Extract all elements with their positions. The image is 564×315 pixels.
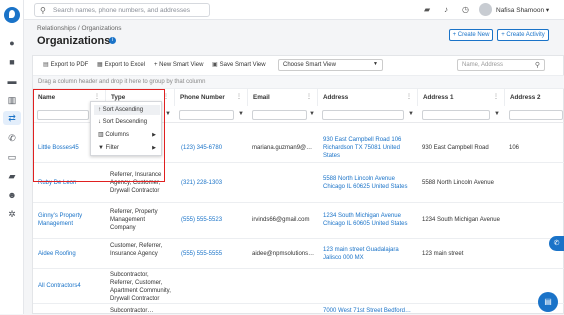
grid-search-input[interactable]: Name, Address ⚲ (457, 59, 545, 71)
table-row[interactable]: Ginny's Property Management Referrer, Pr… (33, 203, 564, 239)
page-title: Organizations (37, 35, 111, 47)
column-header-phone[interactable]: Phone Number ⋮ (175, 89, 248, 106)
chevron-right-icon: ▶ (152, 145, 156, 151)
column-menu-icon[interactable]: ⋮ (406, 89, 412, 106)
briefcase-icon[interactable]: ▬ (7, 76, 17, 86)
truck-icon[interactable]: ▰ (7, 171, 17, 181)
column-menu-icon[interactable]: ⋮ (163, 89, 169, 106)
cell-address1: 930 East Campbell Road (422, 145, 489, 151)
cell-name[interactable]: Aidee Roofing (38, 250, 76, 258)
cell-phone[interactable]: (123) 345-6780 (181, 144, 222, 152)
phone-fab-icon[interactable]: ✆ (549, 236, 564, 251)
cell-email: aidee@npmsolutions… (252, 251, 315, 257)
cell-email: mariana.guzman9@… (252, 145, 313, 151)
cell-type: Referrer, Property Management Company (110, 209, 158, 231)
save-smart-view-button[interactable]: ▣ Save Smart View (212, 61, 266, 70)
cell-address1: 123 main street (422, 251, 464, 257)
logo-icon[interactable] (4, 7, 20, 23)
chevron-down-icon: ▼ (373, 61, 378, 67)
lock-icon[interactable]: ■ (7, 57, 17, 67)
smart-view-select[interactable]: Choose Smart View ▼ (278, 59, 383, 71)
clock-icon[interactable]: ◷ (462, 5, 469, 14)
user-name[interactable]: Nafisa Shamoon ▾ (496, 6, 549, 14)
column-header-address[interactable]: Address ⋮ (318, 89, 418, 106)
folder-icon[interactable]: ▭ (7, 152, 17, 162)
cell-address1: 5588 North Lincoln Avenue (422, 180, 494, 186)
table-row[interactable]: Subcontractor… 7000 West 71st Street Bed… (33, 304, 564, 315)
cell-type: Customer, Referrer, Insurance Agency (110, 243, 163, 257)
group-by-panel[interactable]: Drag a column header and drop it here to… (33, 75, 564, 89)
chat-fab-icon[interactable]: ▤ (538, 292, 558, 312)
filter-input-phone[interactable] (179, 110, 234, 120)
column-menu-icon[interactable]: ⋮ (306, 89, 312, 106)
export-pdf-button[interactable]: ▤ Export to PDF (43, 61, 88, 70)
filter-input-address1[interactable] (422, 110, 490, 120)
cell-phone[interactable]: (555) 555-5555 (181, 250, 222, 258)
sidebar: ● ■ ▬ ▥ ⇄ ✆ ▭ ▰ ☻ ✲ (0, 0, 24, 314)
new-smart-view-button[interactable]: + New Smart View (154, 61, 203, 70)
filter-input-email[interactable] (252, 110, 307, 120)
column-header-address1[interactable]: Address 1 ⋮ (418, 89, 505, 106)
people-icon[interactable]: ☻ (7, 190, 17, 200)
cell-address2: 106 (509, 145, 520, 151)
column-menu-icon[interactable]: ⋮ (236, 89, 242, 106)
cell-address[interactable]: 1234 South Michigan Avenue Chicago IL 60… (323, 212, 415, 228)
map-icon[interactable]: ▥ (7, 95, 17, 105)
bell-icon[interactable]: ♪ (444, 5, 448, 14)
cell-name[interactable]: All Contractors4 (38, 282, 81, 290)
filter-input-name[interactable] (37, 110, 89, 120)
chevron-right-icon: ▶ (152, 132, 156, 138)
filter-icon[interactable]: ▼ (165, 111, 171, 117)
cell-type: Subcontractor, Referrer, Customer, Apart… (110, 272, 171, 302)
table-row[interactable]: All Contractors4 Subcontractor, Referrer… (33, 269, 564, 304)
column-header-email[interactable]: Email ⋮ (248, 89, 318, 106)
gear-icon[interactable]: ✲ (7, 209, 17, 219)
sort-descending-item[interactable]: ↓ Sort Descending (94, 117, 160, 127)
column-header-address2[interactable]: Address 2 (505, 89, 564, 106)
filter-input-address2[interactable] (509, 110, 563, 120)
sort-ascending-item[interactable]: ↑ Sort Ascending (94, 105, 160, 115)
handshake-icon[interactable]: ⇄ (3, 111, 21, 125)
table-row[interactable]: Aidee Roofing Customer, Referrer, Insura… (33, 239, 564, 269)
pdf-icon: ▤ (43, 62, 49, 68)
filter-icon[interactable]: ▼ (238, 111, 244, 117)
search-placeholder: Search names, phone numbers, and address… (53, 7, 190, 14)
avatar[interactable] (479, 3, 492, 16)
filter-icon[interactable]: ▼ (408, 111, 414, 117)
column-menu-icon[interactable]: ⋮ (493, 89, 499, 106)
search-icon: ⚲ (534, 62, 540, 69)
filter-icon[interactable]: ▼ (494, 111, 500, 117)
info-icon[interactable]: i (109, 37, 116, 44)
cell-name[interactable]: Ruby De Leon (38, 179, 76, 187)
cell-type: Referrer, Insurance Agency, Customer, Dr… (110, 172, 162, 194)
columns-item[interactable]: ▥ Columns ▶ (94, 130, 160, 140)
info-icon[interactable]: ● (7, 38, 17, 48)
phone-icon[interactable]: ✆ (7, 133, 17, 143)
search-icon: ⚲ (40, 6, 46, 15)
cell-email: irvinds66@gmail.com (252, 217, 310, 223)
excel-icon: ▦ (97, 62, 103, 68)
create-activity-button[interactable]: + Create Activity (497, 29, 549, 41)
create-new-button[interactable]: + Create New (449, 29, 493, 41)
column-menu: ↑ Sort Ascending ↓ Sort Descending ▥ Col… (90, 101, 162, 156)
table-row[interactable]: Ruby De Leon Referrer, Insurance Agency,… (33, 163, 564, 203)
top-bar: ⚲ Search names, phone numbers, and addre… (24, 0, 564, 20)
save-icon: ▣ (212, 62, 218, 68)
cell-name[interactable]: Little Bosses45 (38, 144, 79, 152)
grid-panel: ▤ Export to PDF ▦ Export to Excel + New Sm… (32, 55, 564, 314)
cell-phone[interactable]: (555) 555-5523 (181, 216, 222, 224)
cell-name[interactable]: Ginny's Property Management (38, 212, 100, 228)
cell-address[interactable]: 5588 North Lincoln Avenue Chicago IL 606… (323, 175, 415, 191)
breadcrumb[interactable]: Relationships / Organizations (37, 25, 122, 32)
cell-phone[interactable]: (321) 228-1303 (181, 179, 222, 187)
chat-icon[interactable]: ▰ (424, 5, 430, 14)
cell-address[interactable]: 123 main street Guadalajara Jalisco 000 … (323, 246, 415, 262)
filter-icon[interactable]: ▼ (309, 111, 315, 117)
export-excel-button[interactable]: ▦ Export to Excel (97, 61, 145, 70)
cell-address1: 1234 South Michigan Avenue (422, 217, 500, 223)
cell-address[interactable]: 930 East Campbell Road 106 Richardson TX… (323, 136, 415, 160)
search-input[interactable]: ⚲ Search names, phone numbers, and addre… (34, 3, 210, 17)
filter-item[interactable]: ▼ Filter ▶ (94, 143, 160, 153)
filter-input-address[interactable] (322, 110, 404, 120)
